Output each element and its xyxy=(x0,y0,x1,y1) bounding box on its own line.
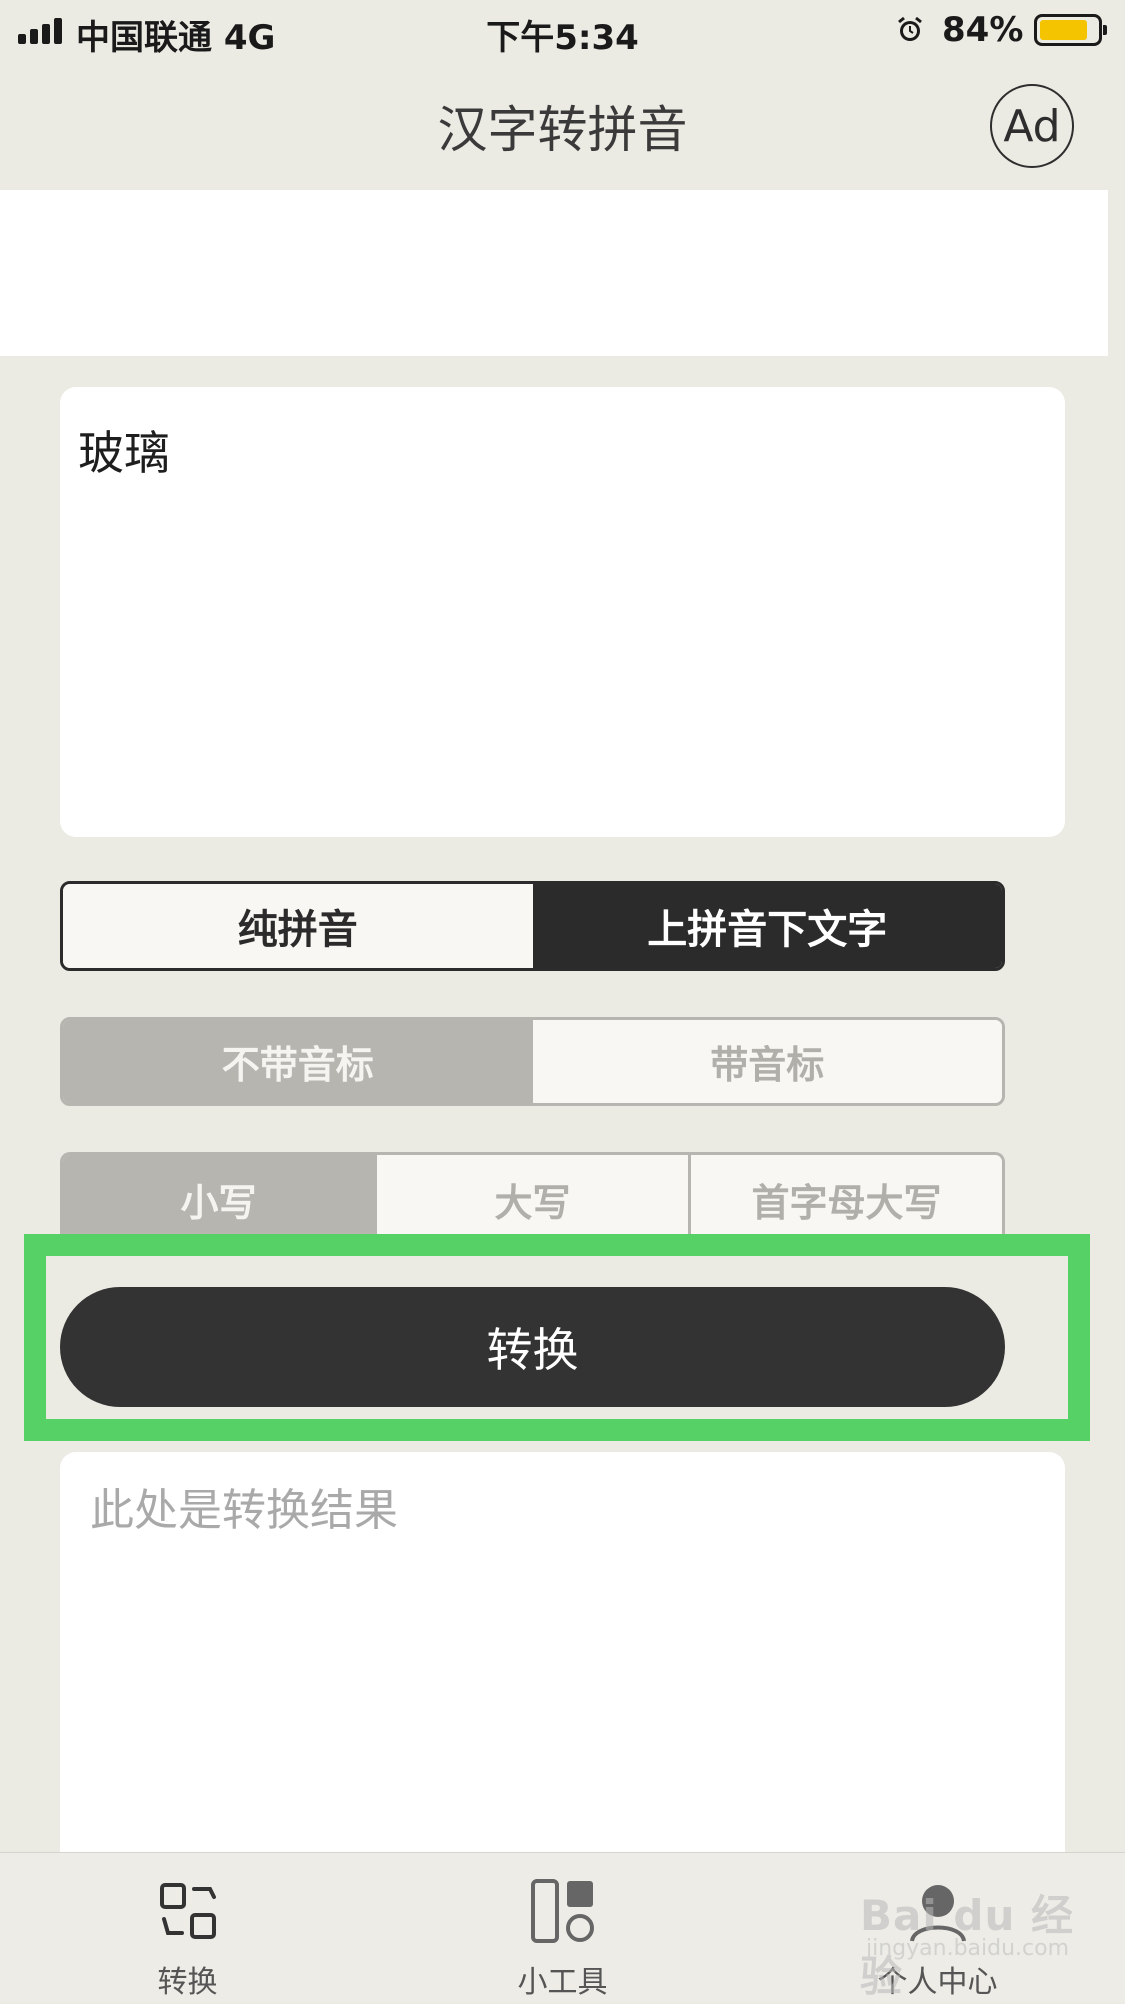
watermark-url: jingyan.baidu.com xyxy=(866,1936,1070,1961)
tools-icon xyxy=(530,1879,594,1943)
battery-percent: 84% xyxy=(942,10,1024,50)
mode-option[interactable]: 上拼音下文字 xyxy=(532,884,1002,968)
convert-button[interactable]: 转换 xyxy=(60,1287,1005,1407)
carrier-label: 中国联通 4G xyxy=(76,18,276,58)
battery-level-fill xyxy=(1040,20,1088,40)
battery-icon xyxy=(1034,14,1107,46)
case-option[interactable]: 首字母大写 xyxy=(688,1155,1002,1244)
tone-option[interactable]: 带音标 xyxy=(532,1020,1002,1103)
ad-banner xyxy=(0,190,1108,356)
result-output[interactable]: 此处是转换结果 xyxy=(60,1452,1065,1852)
tab-tools-label: 小工具 xyxy=(517,1965,608,2000)
mode-option[interactable]: 纯拼音 xyxy=(63,884,533,968)
tab-convert-label: 转换 xyxy=(157,1965,218,2000)
baidu-watermark: Bai du 经验 jingyan.baidu.com xyxy=(860,1882,1080,2001)
status-bar: 中国联通 4G 下午5:34 84% xyxy=(0,0,1125,62)
case-option[interactable]: 大写 xyxy=(374,1155,688,1244)
ad-button[interactable]: Ad xyxy=(990,84,1074,168)
signal-icon xyxy=(18,18,62,44)
tone-segmented-control: 不带音标 带音标 xyxy=(60,1017,1005,1106)
tab-convert[interactable]: 转换 xyxy=(0,1853,375,2002)
case-segmented-control: 小写 大写 首字母大写 xyxy=(60,1152,1005,1244)
mode-segmented-control: 纯拼音 上拼音下文字 xyxy=(60,881,1005,971)
page-title: 汉字转拼音 xyxy=(437,101,688,159)
convert-icon xyxy=(159,1883,216,1939)
tab-tools[interactable]: 小工具 xyxy=(375,1853,750,2002)
alarm-icon xyxy=(898,16,922,41)
hanzi-input[interactable]: 玻璃 xyxy=(60,387,1065,837)
tone-option[interactable]: 不带音标 xyxy=(63,1020,533,1103)
case-option[interactable]: 小写 xyxy=(63,1155,374,1244)
